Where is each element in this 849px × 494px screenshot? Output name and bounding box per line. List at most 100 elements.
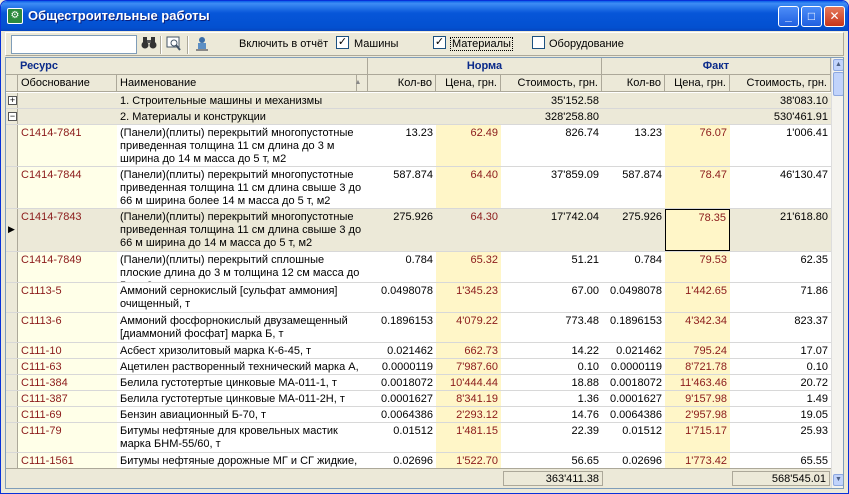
row-fact-qty: 0.784 xyxy=(634,254,662,266)
header-norm-price[interactable]: Цена, грн. xyxy=(436,75,501,92)
scroll-up-icon[interactable]: ▲ xyxy=(833,59,843,71)
table-row[interactable]: С1414-7849 (Панели)(плиты) перекрытий сп… xyxy=(6,252,831,283)
row-fact-price[interactable]: 9'157.98 xyxy=(665,391,730,406)
header-norm-cost[interactable]: Стоимость, грн. xyxy=(501,75,602,92)
row-norm-price: 662.73 xyxy=(436,343,501,358)
resource-grid[interactable]: Ресурс Норма Факт Обоснование Наименован… xyxy=(5,57,844,489)
row-indicator xyxy=(6,359,18,374)
header-fact-cost[interactable]: Стоимость, грн. xyxy=(730,75,831,92)
row-fact-cost: 1'006.41 xyxy=(786,127,828,139)
group-row-materials[interactable]: − 2. Материалы и конструкции 328'258.80 … xyxy=(6,109,831,125)
table-row[interactable]: С1414-7844 (Панели)(плиты) перекрытий мн… xyxy=(6,167,831,209)
row-indicator xyxy=(6,252,18,282)
row-norm-qty: 0.0498078 xyxy=(381,285,433,297)
table-row[interactable]: С111-69 Бензин авиационный Б-70, т 0.006… xyxy=(6,407,831,423)
worker-icon[interactable] xyxy=(193,36,211,54)
row-code: С111-384 xyxy=(18,375,117,390)
maximize-button[interactable]: □ xyxy=(801,6,822,27)
row-norm-qty: 13.23 xyxy=(405,127,433,139)
row-code: С1113-6 xyxy=(18,313,117,342)
row-fact-price[interactable]: 795.24 xyxy=(665,343,730,358)
minimize-button[interactable]: _ xyxy=(778,6,799,27)
header-resource[interactable]: Ресурс xyxy=(6,58,368,75)
search-input[interactable] xyxy=(11,35,137,54)
title-bar[interactable]: ⚙ Общестроительные работы _ □ ✕ xyxy=(1,1,848,31)
materials-checkbox[interactable]: ✓ xyxy=(433,36,446,49)
row-norm-qty: 0.01512 xyxy=(393,425,433,437)
row-indicator xyxy=(6,313,18,342)
table-row[interactable]: С1113-6 Аммоний фосфорнокислый двузамеще… xyxy=(6,313,831,343)
scroll-thumb[interactable] xyxy=(833,72,843,96)
header-fact-price[interactable]: Цена, грн. xyxy=(665,75,730,92)
row-indicator xyxy=(6,167,18,208)
norm-total: 363'411.38 xyxy=(503,471,603,486)
grid-rows: + 1. Строительные машины и механизмы 35'… xyxy=(6,93,831,483)
row-name: (Панели)(плиты) перекрытий многопустотны… xyxy=(120,169,362,207)
row-norm-cost: 0.10 xyxy=(577,361,599,373)
row-name: Ацетилен растворенный технический марка … xyxy=(120,361,359,373)
table-row[interactable]: С1113-5 Аммоний сернокислый [сульфат амм… xyxy=(6,283,831,313)
group-norm-cost: 328'258.80 xyxy=(501,109,602,124)
row-fact-price[interactable]: 4'342.34 xyxy=(665,313,730,342)
scroll-down-icon[interactable]: ▼ xyxy=(833,474,843,486)
zoom-icon[interactable] xyxy=(165,36,183,54)
row-fact-cost: 1.49 xyxy=(806,393,828,405)
expand-icon[interactable]: + xyxy=(8,96,17,105)
row-norm-price: 1'345.23 xyxy=(436,283,501,312)
table-row[interactable]: С111-63 Ацетилен растворенный технически… xyxy=(6,359,831,375)
row-code: С1414-7843 xyxy=(18,209,117,251)
row-norm-cost: 773.48 xyxy=(565,315,599,327)
row-fact-cost: 25.93 xyxy=(800,425,828,437)
close-button[interactable]: ✕ xyxy=(824,6,845,27)
row-fact-price[interactable]: 8'721.78 xyxy=(665,359,730,374)
table-row[interactable]: С111-387 Белила густотертые цинковые МА-… xyxy=(6,391,831,407)
vertical-scrollbar[interactable]: ▲ ▼ xyxy=(831,58,843,488)
machines-checkbox[interactable]: ✓ xyxy=(336,36,349,49)
row-fact-price[interactable]: 1'715.17 xyxy=(665,423,730,452)
table-row-selected[interactable]: ▶ С1414-7843 (Панели)(плиты) перекрытий … xyxy=(6,209,831,252)
row-code: С1414-7849 xyxy=(18,252,117,282)
row-fact-qty: 275.926 xyxy=(602,209,665,251)
row-norm-cost: 37'859.09 xyxy=(551,169,599,181)
row-name: (Панели)(плиты) перекрытий многопустотны… xyxy=(117,209,368,251)
row-name: Асбест хризолитовый марка К-6-45, т xyxy=(120,345,312,357)
table-row[interactable]: С1414-7841 (Панели)(плиты) перекрытий мн… xyxy=(6,125,831,167)
row-fact-cost: 823.37 xyxy=(794,315,828,327)
header-basis[interactable]: Обоснование xyxy=(18,75,117,92)
row-name: Белила густотертые цинковые МА-011-2Н, т xyxy=(120,393,345,405)
row-norm-cost: 1.36 xyxy=(577,393,599,405)
collapse-icon[interactable]: − xyxy=(8,112,17,121)
row-code: С1113-5 xyxy=(18,283,117,312)
row-norm-qty: 587.874 xyxy=(393,169,433,181)
row-fact-price[interactable]: 1'442.65 xyxy=(665,283,730,312)
group-fact-cost: 38'083.10 xyxy=(730,93,831,108)
row-fact-price[interactable]: 76.07 xyxy=(665,125,730,166)
toolbar-separator xyxy=(160,36,162,54)
table-row[interactable]: С111-384 Белила густотертые цинковые МА-… xyxy=(6,375,831,391)
row-fact-price[interactable]: 11'463.46 xyxy=(665,375,730,390)
header-name[interactable]: Наименование xyxy=(117,75,357,92)
binoculars-icon[interactable] xyxy=(140,36,158,54)
row-fact-qty: 0.0018072 xyxy=(610,377,662,389)
row-code: С111-63 xyxy=(18,359,117,374)
row-fact-qty: 0.0001627 xyxy=(610,393,662,405)
group-label: 1. Строительные машины и механизмы xyxy=(117,93,417,108)
row-fact-cost: 20.72 xyxy=(800,377,828,389)
equipment-checkbox[interactable] xyxy=(532,36,545,49)
header-fact-qty[interactable]: Кол-во xyxy=(602,75,665,92)
group-row-machines[interactable]: + 1. Строительные машины и механизмы 35'… xyxy=(6,93,831,109)
header-norm-qty[interactable]: Кол-во xyxy=(368,75,436,92)
table-row[interactable]: С111-79 Битумы нефтяные для кровельных м… xyxy=(6,423,831,453)
row-fact-qty: 0.0498078 xyxy=(610,285,662,297)
row-norm-cost: 22.39 xyxy=(571,425,599,437)
header-norm[interactable]: Норма xyxy=(368,58,602,75)
row-norm-qty: 0.0064386 xyxy=(381,409,433,421)
row-fact-qty: 0.01512 xyxy=(622,425,662,437)
row-fact-price[interactable]: 78.47 xyxy=(665,167,730,208)
row-fact-price-focused[interactable]: 78.35 xyxy=(665,209,730,251)
row-fact-price[interactable]: 2'957.98 xyxy=(665,407,730,422)
header-fact[interactable]: Факт xyxy=(602,58,831,75)
table-row[interactable]: С111-10 Асбест хризолитовый марка К-6-45… xyxy=(6,343,831,359)
row-fact-price[interactable]: 79.53 xyxy=(665,252,730,282)
row-indicator xyxy=(6,407,18,422)
